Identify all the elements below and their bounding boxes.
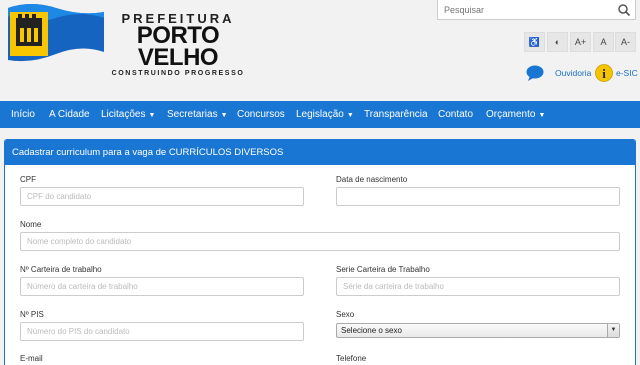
caret-down-icon: ▼ [220,112,228,119]
panel-title: Cadastrar curriculum para a vaga de CURR… [5,140,635,165]
curriculum-form-panel: Cadastrar curriculum para a vaga de CURR… [4,139,636,365]
nav-item-licitacoes[interactable]: Licitações ▼ [101,101,155,128]
cpf-label: CPF [20,175,36,184]
search-icon[interactable] [617,3,631,17]
phone-label: Telefone [336,354,367,363]
nav-item-label: Secretarias [167,109,218,120]
contrast-icon[interactable]: ◐ [547,32,568,52]
sex-label: Sexo [336,310,355,319]
ouvidoria-link[interactable]: Ouvidoria [555,68,591,78]
nav-item-label: Início [11,109,35,120]
main-nav: Início A Cidade Licitações ▼ Secretarias ▼… [0,101,640,128]
speech-bubble-icon[interactable] [526,65,544,81]
nav-item-concursos[interactable]: Concursos [237,101,285,128]
search-box [437,0,636,20]
sex-select-value: Selecione o sexo [341,326,402,335]
caret-down-icon: ▼ [148,112,156,119]
nav-item-contato[interactable]: Contato [438,101,473,128]
nav-item-label: Licitações [101,109,146,120]
chevron-down-icon: ▼ [607,324,619,337]
info-icon[interactable]: i [595,64,613,82]
nav-item-orcamento[interactable]: Orçamento ▼ [486,101,545,128]
pis-label: Nº PIS [20,310,44,319]
cpf-input[interactable] [20,187,304,206]
nav-item-label: Contato [438,109,474,120]
esic-link[interactable]: e-SIC [616,68,638,78]
ctps-series-label: Serie Carteira de Trabalho [336,265,430,274]
birth-date-input[interactable] [336,187,620,206]
logo-line-city: PORTO VELHO [136,22,220,71]
caret-down-icon: ▼ [538,112,546,119]
nav-item-a-cidade[interactable]: A Cidade [49,101,90,128]
porto-velho-flag-logo[interactable] [6,2,106,62]
sex-select[interactable]: Selecione o sexo ▼ [336,323,620,338]
svg-text:i: i [602,66,606,81]
birth-date-label: Data de nascimento [336,175,408,184]
accessibility-bar: ♿ ◐ A+ A A- [524,32,636,52]
nav-item-label: Concursos [237,109,285,120]
ctps-input[interactable] [20,277,304,296]
ctps-label: Nº Carteira de trabalho [20,265,102,274]
accessibility-icon[interactable]: ♿ [524,32,545,52]
logo-wordmark[interactable]: PREFEITURA PORTO VELHO CONSTRUINDO PROGR… [108,12,248,78]
logo-line-slogan: CONSTRUINDO PROGRESSO [111,70,245,77]
font-increase-button[interactable]: A+ [570,32,591,52]
font-decrease-button[interactable]: A- [615,32,636,52]
site-header: PREFEITURA PORTO VELHO CONSTRUINDO PROGR… [0,0,640,100]
email-label: E-mail [20,354,43,363]
nav-item-transparencia[interactable]: Transparência [364,101,428,128]
caret-down-icon: ▼ [346,112,354,119]
search-input[interactable] [444,2,609,18]
name-label: Nome [20,220,42,229]
name-input[interactable] [20,232,620,251]
nav-item-legislacao[interactable]: Legislação ▼ [296,101,354,128]
nav-item-label: Orçamento [486,109,536,120]
ctps-series-input[interactable] [336,277,620,296]
nav-item-label: Transparência [364,109,428,120]
font-reset-button[interactable]: A [593,32,614,52]
nav-item-label: Legislação [296,109,344,120]
nav-item-secretarias[interactable]: Secretarias ▼ [167,101,228,128]
nav-item-label: A Cidade [49,109,90,120]
nav-item-inicio[interactable]: Início [11,101,35,128]
pis-input[interactable] [20,322,304,341]
